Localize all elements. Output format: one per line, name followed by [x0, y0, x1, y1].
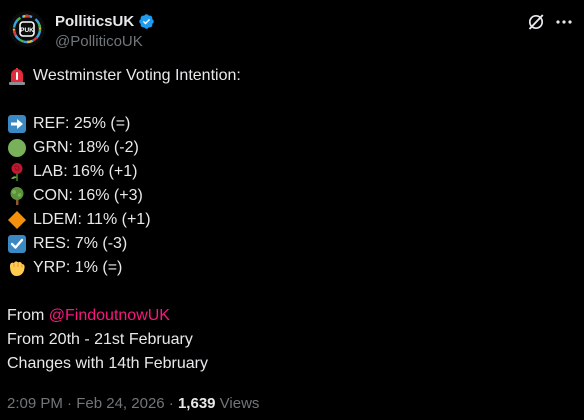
headline-line: Westminster Voting Intention: [7, 64, 567, 88]
meta-separator: · [164, 395, 178, 412]
more-options-icon[interactable] [554, 12, 574, 32]
changes-line: Changes with 14th February [7, 355, 208, 372]
grok-icon[interactable] [526, 12, 546, 32]
green-circle-icon [7, 138, 27, 158]
avatar[interactable]: PUK [9, 11, 45, 47]
source-mention-link[interactable]: @FindoutnowUK [49, 304, 170, 328]
party-text-lab: LAB: 16% (+1) [33, 163, 138, 180]
party-line-ldem: LDEM: 11% (+1) [7, 208, 567, 232]
avatar-logo: PUK [9, 11, 45, 47]
party-line-ref: REF: 25% (=) [7, 112, 567, 136]
author-handle[interactable]: @PolliticoUK [55, 33, 143, 50]
post-date[interactable]: Feb 24, 2026 [76, 395, 164, 412]
avatar-text: PUK [20, 27, 34, 34]
party-text-res: RES: 7% (-3) [33, 235, 128, 252]
party-text-yrp: YRP: 1% (=) [33, 259, 123, 276]
siren-icon [7, 66, 27, 86]
source-line: From @FindoutnowUK [7, 304, 567, 328]
party-text-ref: REF: 25% (=) [33, 115, 131, 132]
post-meta: 2:09 PM · Feb 24, 2026 · 1,639 Views [7, 395, 259, 412]
party-text-ldem: LDEM: 11% (+1) [33, 211, 151, 228]
views-count[interactable]: 1,639 [178, 395, 216, 412]
author-name-row: PolliticsUK [55, 11, 155, 31]
party-line-yrp: YRP: 1% (=) [7, 256, 567, 280]
post: PUK PolliticsUK @PolliticoUK Westminster… [0, 0, 584, 420]
party-line-lab: LAB: 16% (+1) [7, 160, 567, 184]
orange-diamond-icon [7, 210, 27, 230]
meta-separator: · [62, 395, 77, 412]
party-line-grn: GRN: 18% (-2) [7, 136, 567, 160]
source-prefix: From [7, 307, 49, 324]
display-name[interactable]: PolliticsUK [55, 13, 134, 30]
views-label: Views [215, 395, 260, 412]
headline-text: Westminster Voting Intention: [33, 67, 241, 84]
party-line-res: RES: 7% (-3) [7, 232, 567, 256]
right-arrow-icon [7, 114, 27, 134]
tree-icon [7, 186, 27, 206]
verified-badge-icon [138, 13, 155, 30]
party-text-grn: GRN: 18% (-2) [33, 139, 139, 156]
party-text-con: CON: 16% (+3) [33, 187, 143, 204]
check-box-icon [7, 234, 27, 254]
rose-icon [7, 162, 27, 182]
dates-line: From 20th - 21st February [7, 331, 193, 348]
post-text: Westminster Voting Intention: REF: 25% (… [7, 64, 567, 376]
post-time[interactable]: 2:09 PM [7, 395, 63, 412]
party-line-con: CON: 16% (+3) [7, 184, 567, 208]
fist-icon [7, 258, 27, 278]
